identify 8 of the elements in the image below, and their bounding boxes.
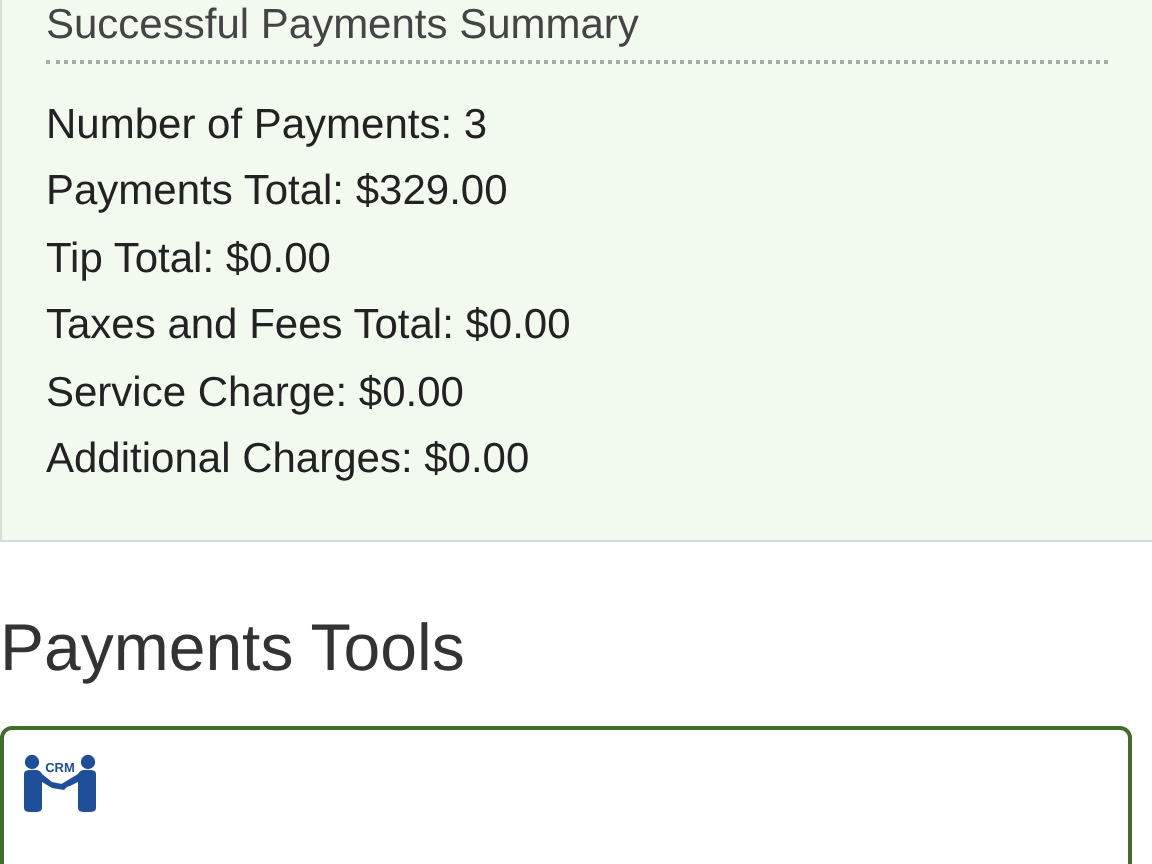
summary-line: Payments Total: $329.00: [46, 166, 510, 219]
section-heading: Payments Tools: [0, 608, 467, 688]
summary-title: Successful Payments Summary: [46, 0, 641, 52]
summary-line: Tip Total: $0.00: [46, 233, 333, 286]
summary-line: Number of Payments: 3: [46, 100, 490, 152]
summary-line: Additional Charges: $0.00: [46, 434, 532, 487]
summary-line: Taxes and Fees Total: $0.00: [46, 300, 573, 353]
summary-line: Service Charge: $0.00: [46, 367, 466, 420]
